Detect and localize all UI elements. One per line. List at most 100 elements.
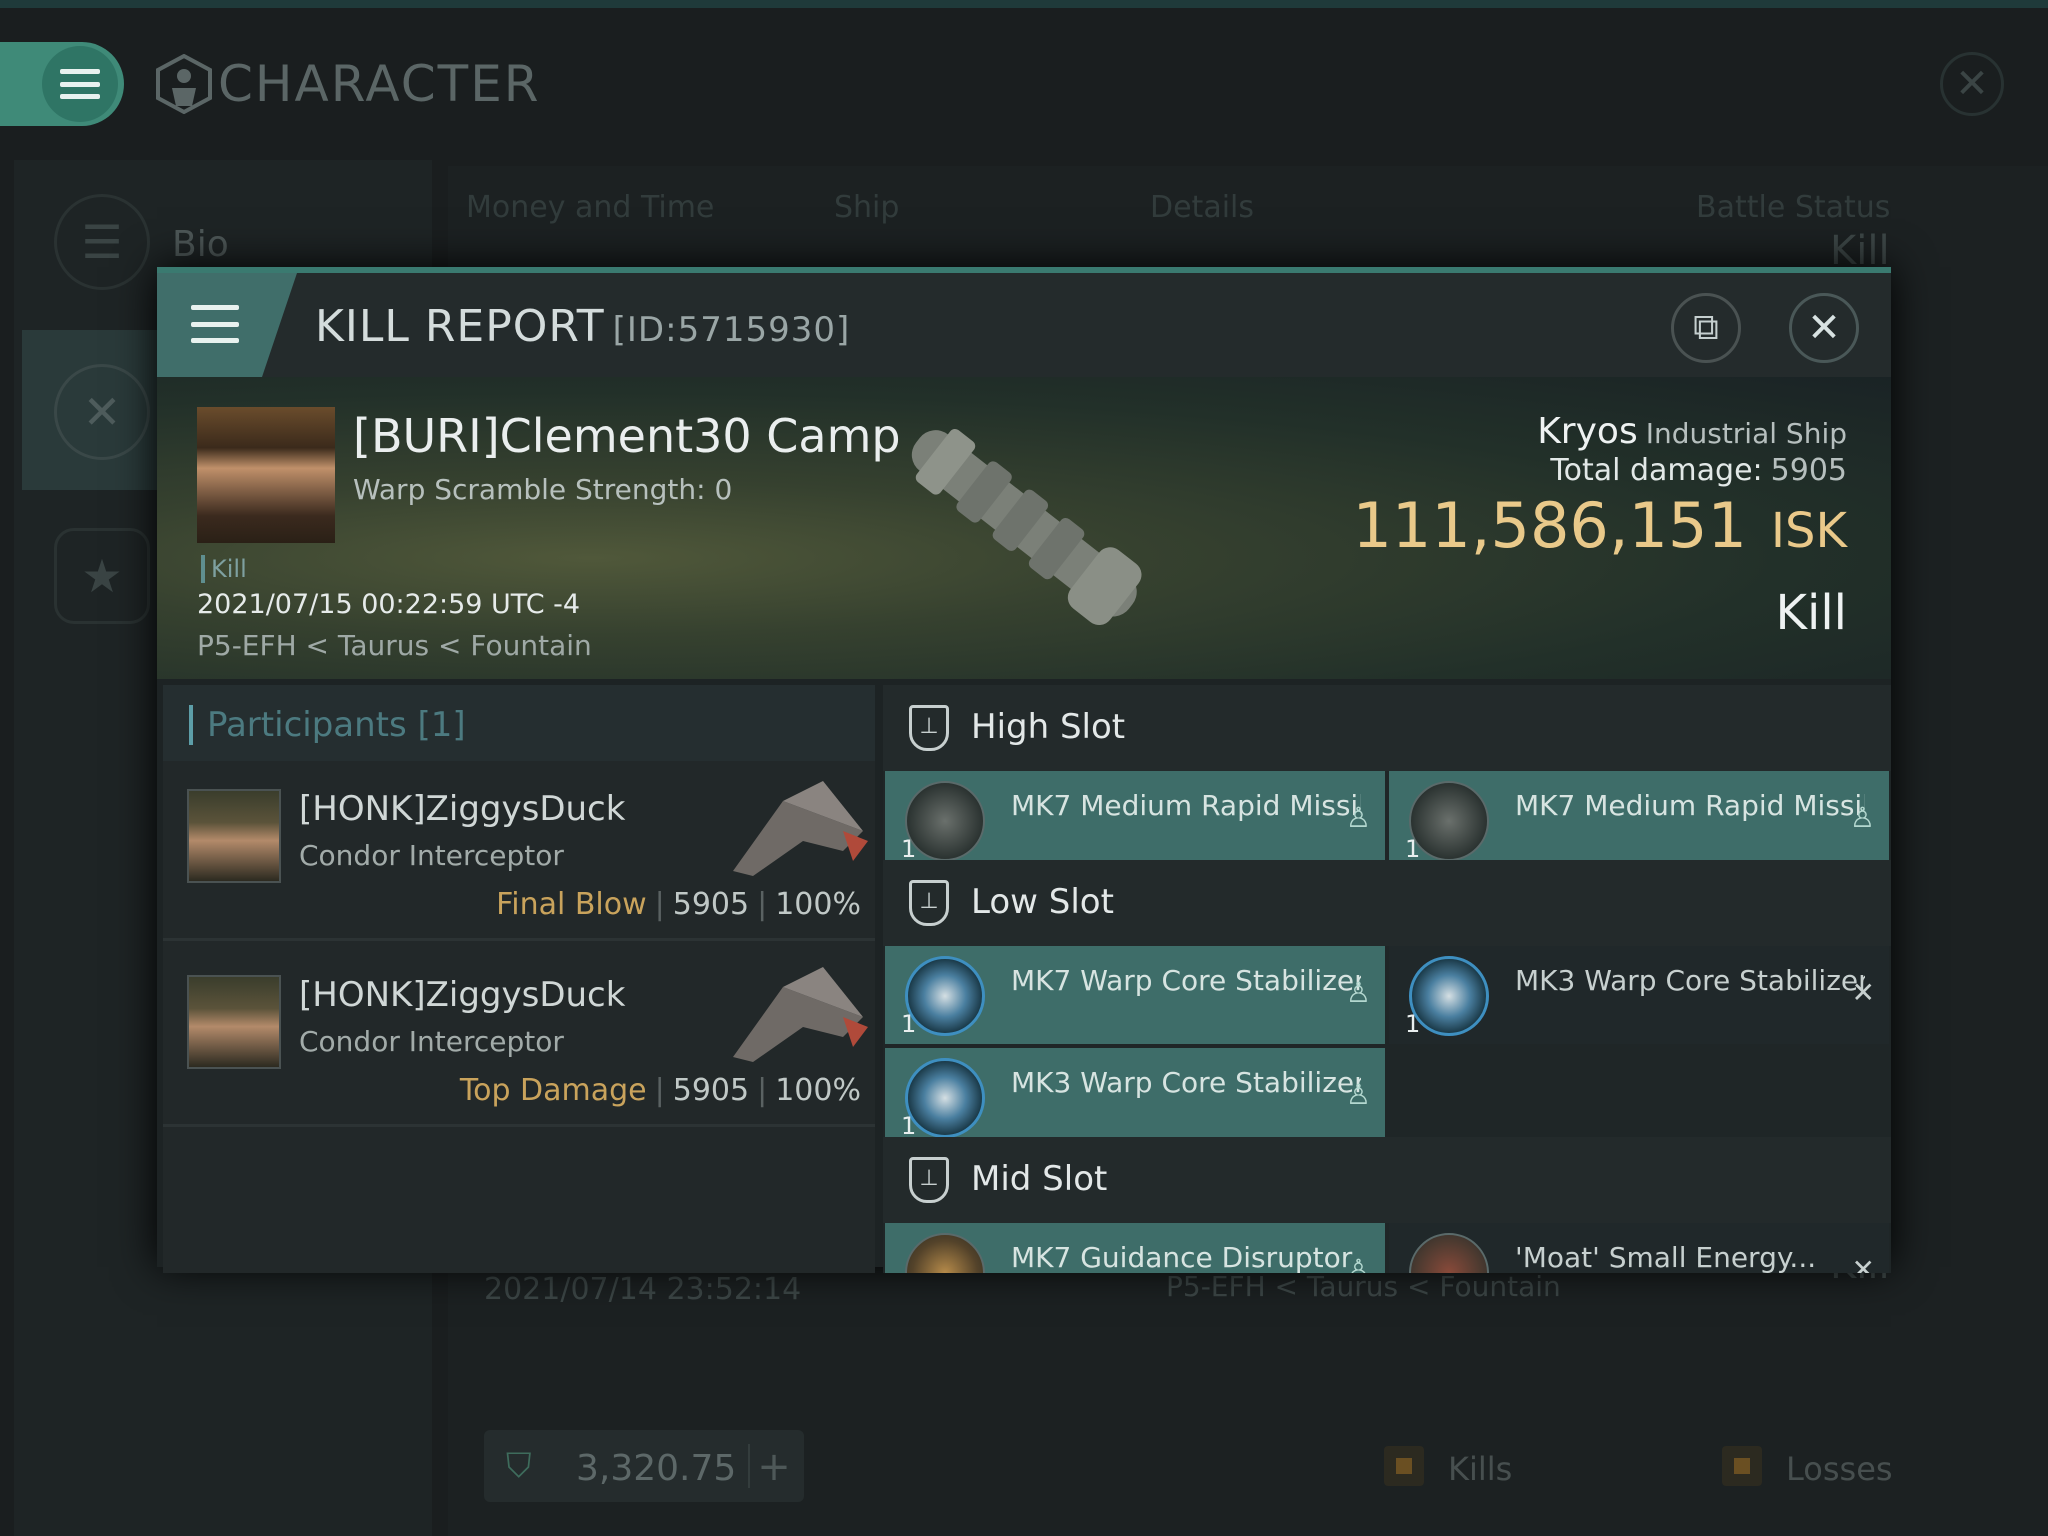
module-qty: 1 xyxy=(1405,835,1421,863)
dropped-person-icon: ♙ xyxy=(1345,801,1371,834)
warp-stabilizer-icon xyxy=(1409,956,1489,1036)
participant-avatar[interactable] xyxy=(187,789,281,883)
dropped-person-icon: ♙ xyxy=(1849,801,1875,834)
warp-stabilizer-icon xyxy=(905,956,985,1036)
participant-avatar[interactable] xyxy=(187,975,281,1069)
col-header-status[interactable]: Battle Status xyxy=(1696,190,1890,225)
character-icon xyxy=(156,54,212,114)
participant-ship-image xyxy=(733,967,868,1062)
missile-launcher-icon xyxy=(1409,781,1489,861)
isk-icon: ⛉ xyxy=(506,1446,532,1486)
participant-ship-image xyxy=(733,781,868,876)
participants-panel: Participants [1] [HONK]ZiggysDuck Condor… xyxy=(163,685,875,1273)
close-icon[interactable]: ✕ xyxy=(1940,52,2004,116)
total-damage: Total damage: 5905 xyxy=(1550,453,1847,488)
module-item[interactable]: 1 MK3 Warp Core Stabilizer ♙ xyxy=(885,1048,1385,1146)
dropped-person-icon: ♙ xyxy=(1345,1078,1371,1111)
module-item[interactable]: 1 MK7 Medium Rapid Missile... ♙ xyxy=(1389,771,1889,869)
sidebar-item-bio-icon[interactable]: ☰ xyxy=(54,194,150,290)
victim-avatar[interactable] xyxy=(197,407,335,543)
mid-slot-header: ⊥ Mid Slot xyxy=(883,1137,1891,1223)
menu-icon xyxy=(42,46,118,122)
ship-name-text: Kryos xyxy=(1537,411,1638,452)
module-qty: 1 xyxy=(901,835,917,863)
dropped-person-icon: ♙ xyxy=(1345,976,1371,1009)
participant-percent: 100% xyxy=(775,887,861,922)
total-damage-value: 5905 xyxy=(1770,453,1847,488)
separator: | xyxy=(654,887,665,922)
participant-damage: 5905 xyxy=(672,887,750,922)
total-damage-label: Total damage: xyxy=(1550,453,1763,488)
sidebar-item-battle-icon[interactable]: ✕ xyxy=(54,364,150,460)
menu-icon xyxy=(191,305,239,343)
ship-name[interactable]: Kryos Industrial Ship xyxy=(1537,411,1847,452)
participant-ship: Condor Interceptor xyxy=(299,1025,564,1058)
kills-checkbox[interactable] xyxy=(1384,1446,1424,1486)
module-item[interactable]: 1 MK3 Warp Core Stabilizer ✕ xyxy=(1389,946,1889,1044)
participant-name: [HONK]ZiggysDuck xyxy=(299,789,626,829)
module-name: MK7 Guidance Disruptor xyxy=(1011,1241,1353,1273)
missile-launcher-icon xyxy=(905,781,985,861)
row-location: P5-EFH < Taurus < Fountain xyxy=(1166,1270,1561,1303)
module-item[interactable]: 1 MK7 Warp Core Stabilizer ♙ xyxy=(885,946,1385,1044)
module-item[interactable]: 'Moat' Small Energy... ✕ xyxy=(1389,1223,1889,1273)
energy-weapon-icon xyxy=(1409,1233,1489,1273)
module-qty: 1 xyxy=(901,1112,917,1140)
slot-icon: ⊥ xyxy=(909,1157,949,1203)
sidebar-item-bio[interactable]: Bio xyxy=(172,224,229,265)
col-header-ship[interactable]: Ship xyxy=(834,190,899,225)
close-dialog-icon[interactable]: ✕ xyxy=(1789,293,1859,363)
top-edge xyxy=(0,0,2048,8)
module-name: MK7 Medium Rapid Missile... xyxy=(1515,789,1865,822)
isk-value: 111,586,151 ISK xyxy=(1352,489,1847,562)
kills-filter-label[interactable]: Kills xyxy=(1448,1450,1512,1488)
sidebar-item-star-icon[interactable]: ★ xyxy=(54,528,150,624)
victim-banner: [BURI]Clement30 Camp Warp Scramble Stren… xyxy=(157,377,1891,679)
kill-location[interactable]: P5-EFH < Taurus < Fountain xyxy=(197,629,592,662)
participant-percent: 100% xyxy=(775,1073,861,1108)
col-header-details[interactable]: Details xyxy=(1150,190,1254,225)
warp-stabilizer-icon xyxy=(905,1058,985,1138)
module-item[interactable]: MK7 Guidance Disruptor ♙ xyxy=(885,1223,1385,1273)
mid-slot-title: Mid Slot xyxy=(971,1159,1108,1199)
dropped-person-icon: ♙ xyxy=(1345,1253,1371,1273)
destroyed-x-icon: ✕ xyxy=(1851,1253,1875,1273)
ship-class: Industrial Ship xyxy=(1645,417,1847,450)
separator: | xyxy=(654,1073,665,1108)
module-name: MK7 Warp Core Stabilizer xyxy=(1011,964,1361,997)
losses-checkbox[interactable] xyxy=(1722,1446,1762,1486)
module-item[interactable]: 1 MK7 Medium Rapid Missile... ♙ xyxy=(885,771,1385,869)
participant-row[interactable]: [HONK]ZiggysDuck Condor Interceptor Top … xyxy=(163,947,875,1127)
kill-report-dialog: KILL REPORT [ID:5715930] ⧉ ✕ [BURI]Clemen… xyxy=(157,267,1891,1273)
col-header-money[interactable]: Money and Time xyxy=(466,190,714,225)
page-title: CHARACTER xyxy=(156,54,541,114)
victim-name[interactable]: [BURI]Clement30 Camp xyxy=(353,409,901,463)
participants-title: Participants [1] xyxy=(189,705,466,745)
participant-stats: Top Damage | 5905 | 100% xyxy=(460,1073,861,1108)
participant-name: [HONK]ZiggysDuck xyxy=(299,975,626,1015)
module-name: 'Moat' Small Energy... xyxy=(1515,1241,1817,1273)
destroyed-x-icon: ✕ xyxy=(1851,976,1875,1009)
isk-unit: ISK xyxy=(1770,503,1847,559)
low-slot-header: ⊥ Low Slot xyxy=(883,860,1891,946)
participant-row[interactable]: [HONK]ZiggysDuck Condor Interceptor Fina… xyxy=(163,761,875,941)
high-slot-title: High Slot xyxy=(971,707,1126,747)
isk-value-number: 111,586,151 xyxy=(1352,489,1747,562)
guidance-disruptor-icon xyxy=(905,1233,985,1273)
losses-filter-label[interactable]: Losses xyxy=(1786,1450,1893,1488)
separator: | xyxy=(757,1073,768,1108)
participant-damage: 5905 xyxy=(672,1073,750,1108)
module-name: MK7 Medium Rapid Missile... xyxy=(1011,789,1361,822)
page-title-text: CHARACTER xyxy=(218,55,541,113)
victim-ship-image[interactable] xyxy=(877,393,1177,663)
main-menu-button[interactable] xyxy=(0,42,124,126)
slot-icon: ⊥ xyxy=(909,705,949,751)
module-name: MK3 Warp Core Stabilizer xyxy=(1515,964,1865,997)
module-qty: 1 xyxy=(1405,1010,1421,1038)
dialog-title-text: KILL REPORT xyxy=(315,301,605,352)
report-id: [ID:5715930] xyxy=(612,310,851,350)
participant-stats: Final Blow | 5905 | 100% xyxy=(496,887,861,922)
share-external-icon[interactable]: ⧉ xyxy=(1671,293,1741,363)
low-slot-title: Low Slot xyxy=(971,882,1114,922)
add-isk-button[interactable]: + xyxy=(748,1444,798,1490)
